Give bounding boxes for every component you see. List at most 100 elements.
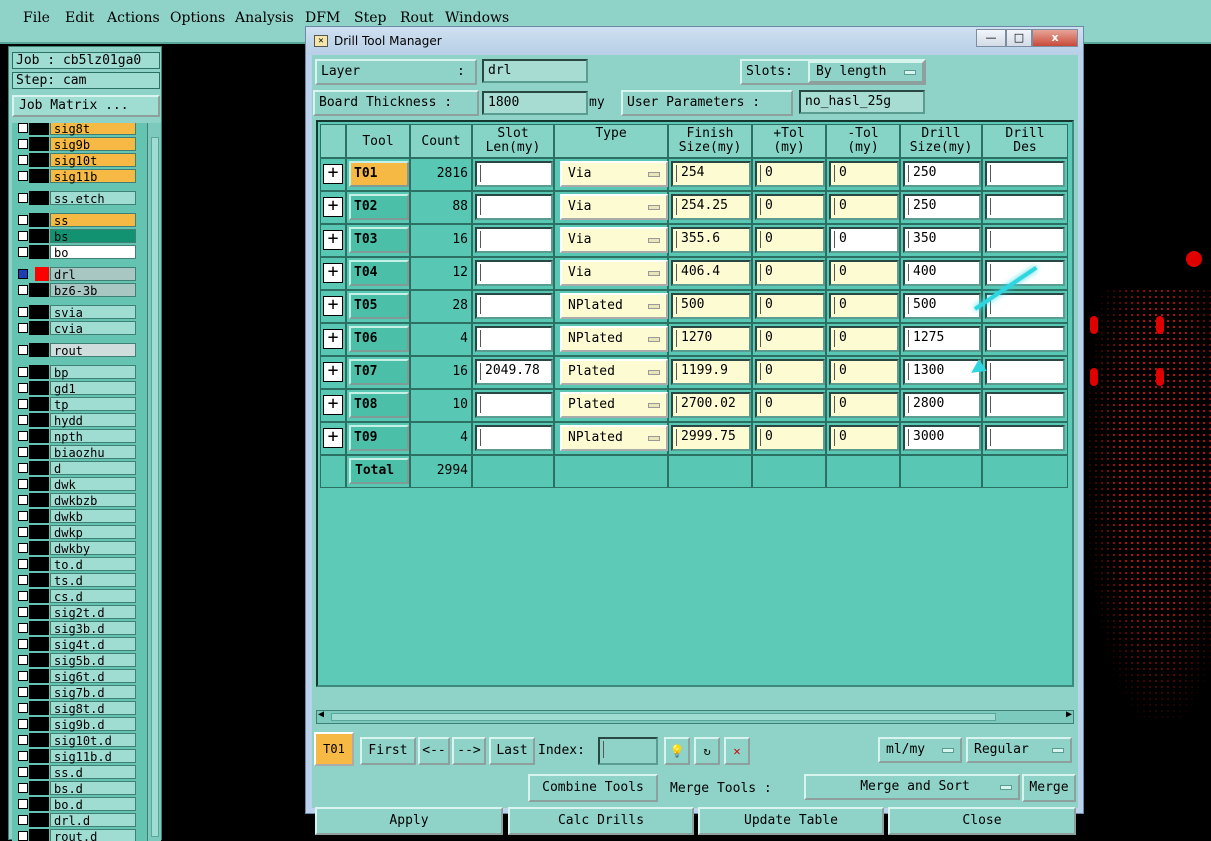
layer-row[interactable]: dwkbzb [16, 493, 136, 508]
layer-checkbox[interactable] [18, 215, 28, 225]
layer-field[interactable]: drl [482, 59, 588, 83]
finish-size-field[interactable]: 500 [671, 293, 751, 319]
expand-row-icon[interactable]: + [323, 395, 343, 415]
layer-checkbox[interactable] [18, 479, 28, 489]
minus-tol-field[interactable]: 0 [829, 392, 899, 418]
layer-row[interactable]: cs.d [16, 589, 136, 604]
expand-row-icon[interactable]: + [323, 296, 343, 316]
drill-size-field[interactable]: 2800 [903, 392, 981, 418]
drill-size-field[interactable]: 400 [903, 260, 981, 286]
layer-checkbox[interactable] [18, 511, 28, 521]
layer-checkbox[interactable] [18, 527, 28, 537]
drill-size-field[interactable]: 1275 [903, 326, 981, 352]
layer-checkbox[interactable] [18, 247, 28, 257]
drill-size-field[interactable]: 250 [903, 161, 981, 187]
layer-checkbox[interactable] [18, 367, 28, 377]
next-button[interactable]: --> [452, 737, 486, 765]
layer-checkbox[interactable] [18, 575, 28, 585]
finish-size-field[interactable]: 2999.75 [671, 425, 751, 451]
layer-checkbox[interactable] [18, 269, 28, 279]
layer-row[interactable]: dwk [16, 477, 136, 492]
scroll-right-icon[interactable]: ▶ [1066, 709, 1072, 720]
layer-row[interactable]: sig11b [16, 169, 136, 184]
drill-size-field[interactable]: 1300 [903, 359, 981, 385]
drill-size-field[interactable]: 350 [903, 227, 981, 253]
expand-row-icon[interactable]: + [323, 263, 343, 283]
layer-row[interactable]: ss.d [16, 765, 136, 780]
layer-row[interactable]: sig4t.d [16, 637, 136, 652]
drill-size-field[interactable]: 250 [903, 194, 981, 220]
drill-size-field[interactable]: 3000 [903, 425, 981, 451]
tool-button[interactable]: T05 [349, 293, 409, 319]
thickness-field[interactable]: 1800 [482, 91, 588, 115]
menu-step[interactable]: Step [354, 10, 386, 26]
layer-row[interactable]: ss.etch [16, 191, 136, 206]
slot-len-field[interactable] [475, 326, 553, 352]
minus-tol-field[interactable]: 0 [829, 293, 899, 319]
menu-analysis[interactable]: Analysis [235, 10, 294, 26]
layer-checkbox[interactable] [18, 431, 28, 441]
menu-actions[interactable]: Actions [107, 10, 160, 26]
layer-checkbox[interactable] [18, 463, 28, 473]
layer-row[interactable]: to.d [16, 557, 136, 572]
layer-row[interactable]: drl.d [16, 813, 136, 828]
slot-len-field[interactable] [475, 293, 553, 319]
layer-row[interactable]: ss [16, 213, 136, 228]
layer-row[interactable]: sig9b.d [16, 717, 136, 732]
layer-checkbox[interactable] [18, 139, 28, 149]
type-option-menu[interactable]: Via [560, 227, 668, 253]
slot-len-field[interactable] [475, 425, 553, 451]
slot-len-field[interactable] [475, 161, 553, 187]
tool-button[interactable]: T04 [349, 260, 409, 286]
layer-checkbox[interactable] [18, 783, 28, 793]
finish-size-field[interactable]: 406.4 [671, 260, 751, 286]
layer-row[interactable]: rout [16, 343, 136, 358]
layer-checkbox[interactable] [18, 767, 28, 777]
layer-row[interactable]: d [16, 461, 136, 476]
layer-row[interactable]: sig8t [16, 123, 136, 136]
menu-file[interactable]: File [23, 10, 50, 26]
layer-checkbox[interactable] [18, 639, 28, 649]
layer-row[interactable]: sig5b.d [16, 653, 136, 668]
layer-row[interactable]: sig10t.d [16, 733, 136, 748]
menu-options[interactable]: Options [170, 10, 225, 26]
slots-option-menu[interactable]: By length [808, 61, 924, 83]
tool-button[interactable]: T08 [349, 392, 409, 418]
prev-button[interactable]: <-- [418, 737, 450, 765]
layer-checkbox[interactable] [18, 399, 28, 409]
drill-des-field[interactable] [985, 392, 1065, 418]
drill-des-field[interactable] [985, 425, 1065, 451]
layer-row[interactable]: biaozhu [16, 445, 136, 460]
lightbulb-icon[interactable]: 💡 [664, 737, 690, 765]
layer-checkbox[interactable] [18, 193, 28, 203]
combine-tools-button[interactable]: Combine Tools [528, 774, 658, 802]
layer-checkbox[interactable] [18, 123, 28, 133]
layer-row[interactable]: ts.d [16, 573, 136, 588]
plus-tol-field[interactable]: 0 [755, 293, 825, 319]
refresh-icon[interactable]: ↻ [694, 737, 720, 765]
layer-checkbox[interactable] [18, 345, 28, 355]
drill-des-field[interactable] [985, 359, 1065, 385]
type-option-menu[interactable]: Via [560, 260, 668, 286]
user-params-button[interactable]: User Parameters : [621, 90, 793, 116]
first-button[interactable]: First [360, 737, 416, 765]
layer-row[interactable]: cvia [16, 321, 136, 336]
layer-row[interactable]: dwkb [16, 509, 136, 524]
plus-tol-field[interactable]: 0 [755, 326, 825, 352]
layer-row[interactable]: dwkp [16, 525, 136, 540]
layer-row[interactable]: bo.d [16, 797, 136, 812]
user-params-field[interactable]: no_hasl_25g [799, 90, 925, 114]
tool-button[interactable]: T06 [349, 326, 409, 352]
expand-row-icon[interactable]: + [323, 428, 343, 448]
layer-row[interactable]: hydd [16, 413, 136, 428]
finish-size-field[interactable]: 254.25 [671, 194, 751, 220]
layer-checkbox[interactable] [18, 799, 28, 809]
menu-dfm[interactable]: DFM [305, 10, 340, 26]
layer-checkbox[interactable] [18, 623, 28, 633]
hscroll-thumb[interactable] [331, 713, 996, 721]
menu-rout[interactable]: Rout [400, 10, 434, 26]
plus-tol-field[interactable]: 0 [755, 260, 825, 286]
expand-row-icon[interactable]: + [323, 164, 343, 184]
layer-row[interactable]: sig9b [16, 137, 136, 152]
expand-row-icon[interactable]: + [323, 329, 343, 349]
